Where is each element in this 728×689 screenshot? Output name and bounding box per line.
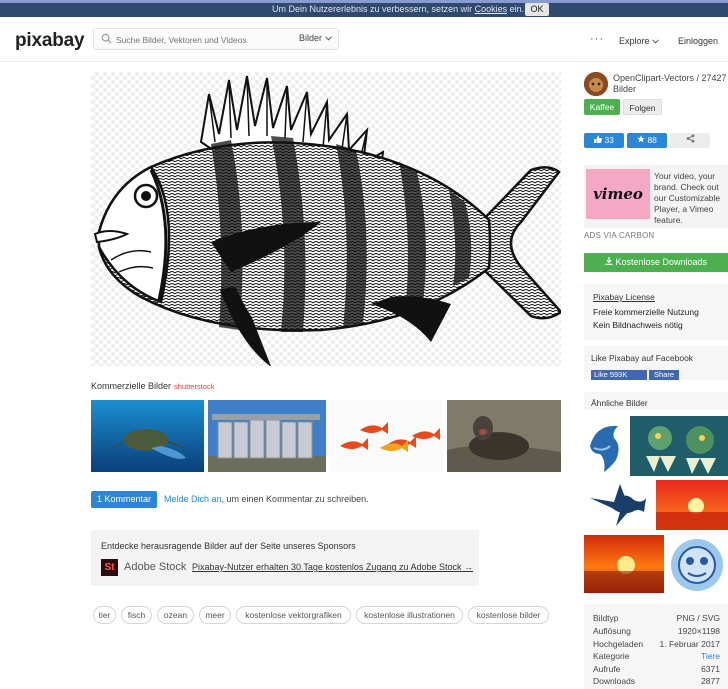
search-icon	[101, 33, 112, 44]
cookies-link[interactable]: Cookies	[475, 4, 508, 14]
commercial-images-label: Kommerzielle Bilder shutterstock	[91, 381, 215, 391]
free-download-button[interactable]: Kostenlose Downloads	[584, 253, 728, 272]
license-commercial: Freie kommerzielle Nutzung	[593, 307, 699, 317]
search-box: Bilder	[93, 28, 339, 50]
similar-image-marlin[interactable]	[584, 480, 654, 530]
cookie-text: Um Dein Nutzererlebnis zu verbessern, se…	[272, 4, 525, 14]
search-type-select[interactable]: Bilder	[299, 33, 332, 43]
explore-menu[interactable]: Explore	[619, 36, 659, 46]
ad-text: Your video, your brand. Check out our Cu…	[654, 171, 721, 225]
adobe-stock-name: Adobe Stock	[124, 561, 187, 573]
coffee-button[interactable]: Kaffee	[584, 99, 620, 115]
favorite-button[interactable]: 88	[627, 133, 667, 148]
follow-button[interactable]: Folgen	[623, 99, 662, 115]
category-link[interactable]: Tiere	[701, 651, 720, 661]
adobe-stock-offer-link[interactable]: Pixabay-Nutzer erhalten 30 Tage kostenlo…	[192, 562, 473, 572]
shutterstock-logo[interactable]: shutterstock	[174, 382, 214, 391]
commercial-thumb-turtle[interactable]	[91, 400, 204, 472]
facebook-share-button[interactable]: Share	[649, 370, 679, 380]
login-link[interactable]: Melde Dich an	[164, 494, 222, 504]
sponsor-heading: Entdecke herausragende Bilder auf der Se…	[101, 541, 356, 551]
detail-row: Bildtyp PNG / SVG	[593, 613, 720, 623]
download-icon	[605, 257, 613, 265]
detail-row: Kategorie Tiere	[593, 651, 720, 661]
license-attribution: Kein Bildnachweis nötig	[593, 320, 683, 330]
main-image[interactable]	[91, 72, 563, 368]
license-box: Pixabay License Freie kommerzielle Nutzu…	[584, 284, 728, 340]
tag-illustrationen[interactable]: kostenlose illustrationen	[356, 606, 463, 624]
tag-fisch[interactable]: fisch	[121, 606, 152, 624]
commercial-thumb-paper-fish[interactable]	[330, 400, 443, 472]
commercial-thumb-silos[interactable]	[208, 400, 326, 472]
author-name[interactable]: OpenClipart-Vectors / 27427 Bilder	[613, 73, 728, 95]
facebook-heading: Like Pixabay auf Facebook	[591, 353, 694, 363]
search-input[interactable]	[116, 32, 296, 47]
pixabay-logo[interactable]: pixabay	[15, 30, 85, 52]
similar-image-sunset-sea[interactable]	[584, 535, 664, 593]
carbon-ad[interactable]: vimeo Your video, your brand. Check out …	[584, 165, 728, 228]
ads-via-carbon-link[interactable]: ADS VIA CARBON	[584, 231, 654, 240]
chevron-down-icon	[324, 36, 332, 41]
image-details: Bildtyp PNG / SVG Auflösung 1920×1198 Hoch…	[584, 604, 728, 689]
top-navbar: pixabay Bilder ··· Explore Einloggen	[0, 17, 728, 62]
star-icon	[637, 135, 645, 143]
login-link[interactable]: Einloggen	[678, 36, 718, 46]
cookie-bar: Um Dein Nutzererlebnis zu verbessern, se…	[0, 0, 728, 17]
fish-illustration	[93, 75, 563, 368]
facebook-box: Like Pixabay auf Facebook Like 593K Shar…	[584, 346, 728, 380]
similar-image-monster-fish[interactable]	[630, 416, 728, 476]
tag-ozean[interactable]: ozean	[157, 606, 194, 624]
vimeo-logo: vimeo	[586, 169, 650, 219]
avatar[interactable]	[584, 72, 608, 96]
facebook-like-button[interactable]: Like 593K	[591, 370, 647, 380]
detail-row: Downloads 2877	[593, 676, 720, 686]
license-link[interactable]: Pixabay License	[593, 292, 655, 302]
cookie-ok-button[interactable]: OK	[525, 3, 549, 16]
detail-row: Hochgeladen 1. Februar 2017	[593, 639, 720, 649]
detail-row: Auflösung 1920×1198	[593, 626, 720, 636]
comment-login-text: Melde Dich an, um einen Kommentar zu sch…	[164, 494, 369, 504]
like-button[interactable]: 33	[584, 133, 624, 148]
similar-image-sunset-red[interactable]	[656, 480, 728, 530]
tag-vektorgrafiken[interactable]: kostenlose vektorgrafiken	[236, 606, 351, 624]
thumbs-up-icon	[594, 135, 602, 143]
share-icon	[686, 134, 694, 143]
similar-image-dolphin[interactable]	[584, 416, 628, 476]
more-menu-button[interactable]: ···	[590, 33, 604, 45]
adobe-stock-logo: St	[101, 559, 118, 576]
similar-images-heading: Ähnliche Bilder	[591, 398, 648, 408]
tag-bilder[interactable]: kostenlose bilder	[468, 606, 549, 624]
tag-meer[interactable]: meer	[199, 606, 231, 624]
share-button[interactable]	[670, 133, 710, 148]
chevron-down-icon	[652, 39, 659, 44]
sponsor-box: Entdecke herausragende Bilder auf der Se…	[91, 530, 479, 586]
tag-tier[interactable]: tier	[93, 606, 116, 624]
detail-row: Aufrufe 6371	[593, 664, 720, 674]
similar-image-mandala-face[interactable]	[666, 535, 728, 593]
similar-images-header: Ähnliche Bilder	[584, 392, 728, 410]
comment-count-button[interactable]: 1 Kommentar	[91, 491, 157, 508]
commercial-thumb-sea-lion[interactable]	[447, 400, 561, 472]
